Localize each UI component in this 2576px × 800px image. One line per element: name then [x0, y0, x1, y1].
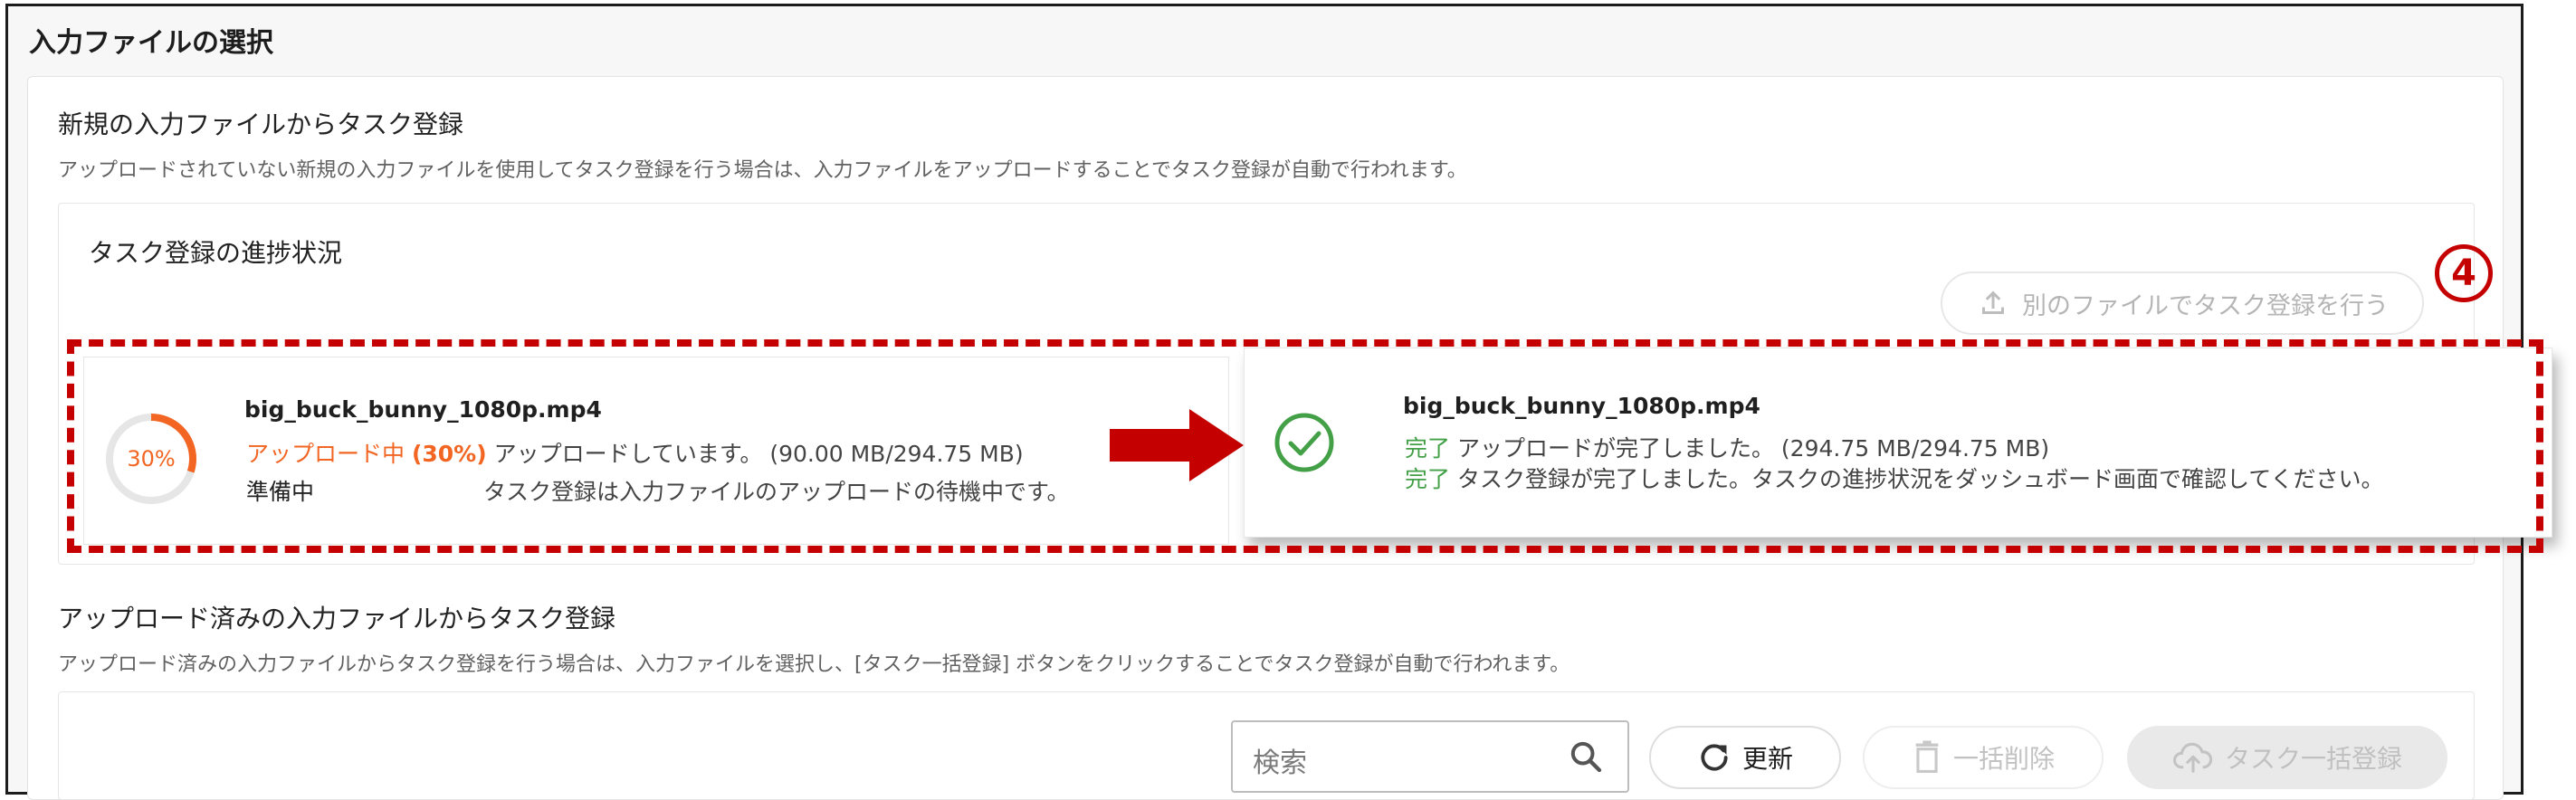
search-input[interactable]: 検索 — [1231, 720, 1629, 793]
uploaded-section-title: アップロード済みの入力ファイルからタスク登録 — [58, 604, 616, 633]
upload-complete-text: アップロードが完了しました。 (294.75 MB/294.75 MB) — [1456, 435, 2050, 462]
task-complete-text: タスク登録が完了しました。タスクの進捗状況をダッシュボード画面で確認してください… — [1456, 466, 2384, 492]
refresh-button[interactable]: 更新 — [1649, 726, 1841, 789]
bulk-delete-label: 一括削除 — [1952, 744, 2055, 774]
uploading-status-text: アップロードしています。 (90.00 MB/294.75 MB) — [493, 441, 1024, 467]
upload-icon — [1982, 290, 2004, 314]
annotation-number-badge: 4 — [2435, 244, 2493, 302]
uploading-status-percent: (30%) — [411, 441, 487, 467]
trash-icon — [1915, 740, 1939, 773]
check-circle-icon — [1274, 413, 1334, 472]
progress-ring-label: 30% — [127, 446, 176, 471]
search-placeholder: 検索 — [1253, 748, 1307, 779]
page-title: 入力ファイルの選択 — [29, 27, 273, 59]
upload-status-row: アップロード中 (30%) アップロードしています。 (90.00 MB/294… — [246, 436, 1024, 469]
cloud-upload-icon — [2173, 742, 2213, 773]
new-section-title: 新規の入力ファイルからタスク登録 — [58, 110, 464, 139]
progress-title: タスク登録の進捗状況 — [89, 238, 343, 268]
task-complete-label: 完了 — [1405, 466, 1451, 492]
file-name: big_buck_bunny_1080p.mp4 — [244, 396, 602, 423]
file-name: big_buck_bunny_1080p.mp4 — [1403, 393, 1760, 419]
register-another-file-button[interactable]: 別のファイルでタスク登録を行う — [1941, 271, 2424, 335]
bulk-delete-button[interactable]: 一括削除 — [1863, 726, 2104, 789]
task-complete-row: 完了 タスク登録が完了しました。タスクの進捗状況をダッシュボード画面で確認してく… — [1405, 462, 2383, 494]
bulk-register-button[interactable]: タスク一括登録 — [2127, 726, 2447, 789]
preparing-status-text: タスク登録は入力ファイルのアップロードの待機中です。 — [483, 479, 1070, 505]
uploading-status-label: アップロード中 — [246, 441, 405, 467]
bulk-register-label: タスク一括登録 — [2224, 744, 2402, 774]
uploaded-section-description: アップロード済みの入力ファイルからタスク登録を行う場合は、入力ファイルを選択し、… — [58, 653, 1570, 676]
upload-complete-row: 完了 アップロードが完了しました。 (294.75 MB/294.75 MB) — [1405, 431, 2049, 463]
preparing-status-label: 準備中 — [246, 479, 315, 505]
refresh-label: 更新 — [1741, 744, 1793, 774]
upload-complete-label: 完了 — [1405, 435, 1451, 462]
new-section-description: アップロードされていない新規の入力ファイルを使用してタスク登録を行う場合は、入力… — [58, 159, 1467, 182]
right-arrow-icon — [1110, 409, 1244, 481]
search-icon[interactable] — [1568, 738, 1604, 775]
register-another-file-label: 別のファイルでタスク登録を行う — [2022, 291, 2389, 320]
refresh-icon — [1701, 744, 1728, 771]
